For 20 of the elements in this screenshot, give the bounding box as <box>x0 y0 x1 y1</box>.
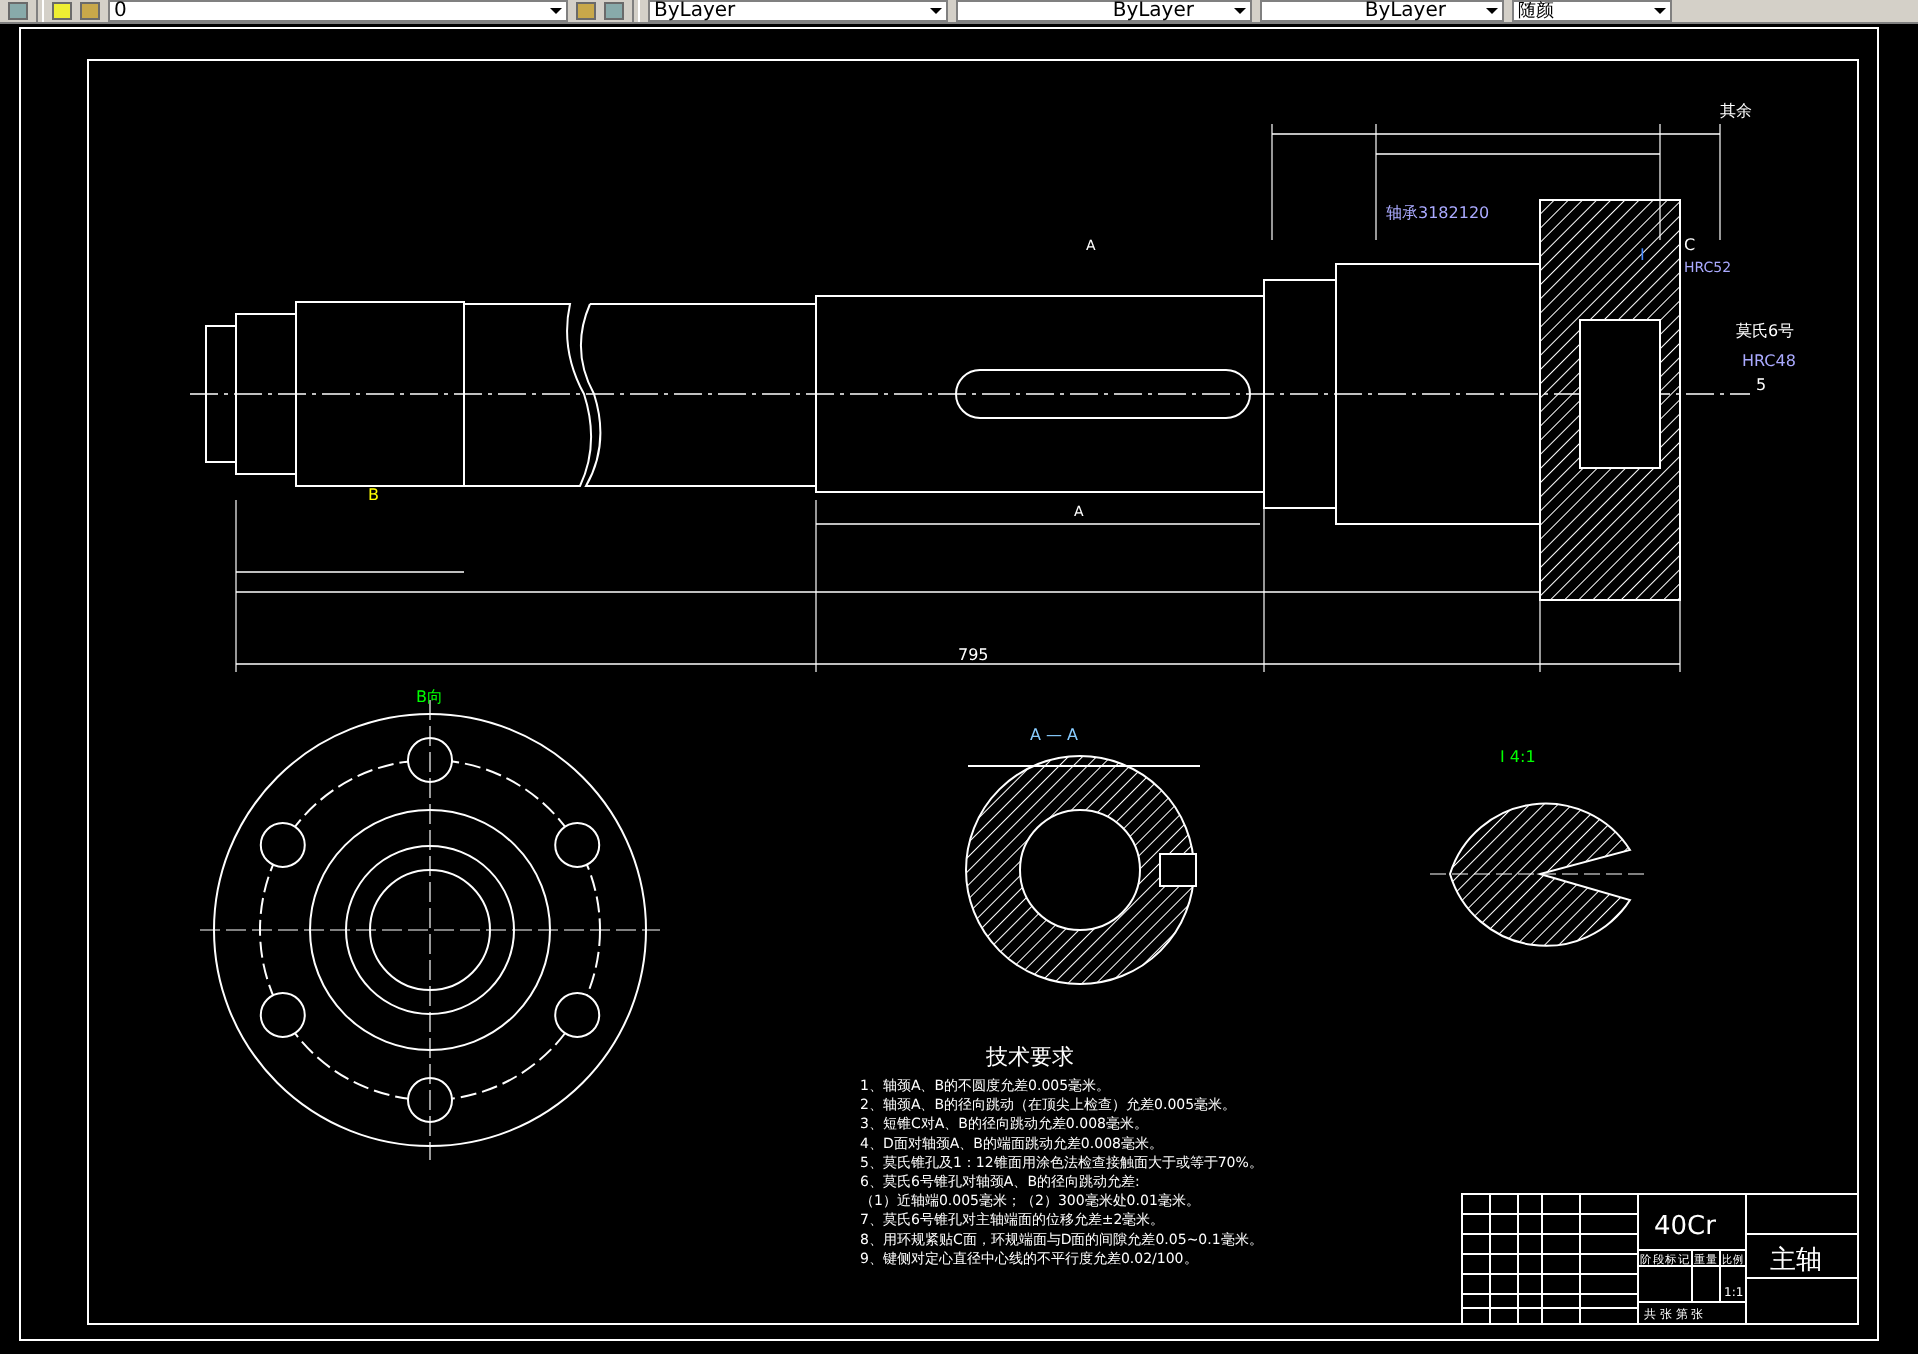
lineweight-dropdown[interactable]: ByLayer <box>1260 0 1504 22</box>
dimension-label: B向 <box>416 688 443 706</box>
dimension-label: 其余 <box>1720 102 1752 120</box>
dimension-label: I 4:1 <box>1500 748 1536 766</box>
linetype-dropdown[interactable]: ByLayer <box>956 0 1252 22</box>
dimension-label: C <box>1684 236 1696 254</box>
material-text: 40Cr <box>1654 1212 1716 1242</box>
part-name-text: 主轴 <box>1770 1246 1822 1276</box>
dimension-label: 5 <box>1756 376 1767 394</box>
color-dropdown[interactable]: ByLayer <box>648 0 948 22</box>
dimension-label: 795 <box>958 646 989 664</box>
dimension-label: HRC48 <box>1742 352 1796 370</box>
dimension-label: B <box>368 486 379 504</box>
requirements-title: 技术要求 <box>986 1044 1074 1070</box>
layer-dropdown[interactable]: 0 <box>108 0 568 22</box>
dimension-label: 轴承3182120 <box>1386 204 1490 222</box>
dimension-label: 莫氏6号 <box>1736 322 1795 340</box>
dimension-label: A — A <box>1030 726 1079 744</box>
plot-style-dropdown[interactable]: 随颜 <box>1512 0 1672 22</box>
dimension-label: I <box>1640 246 1645 264</box>
